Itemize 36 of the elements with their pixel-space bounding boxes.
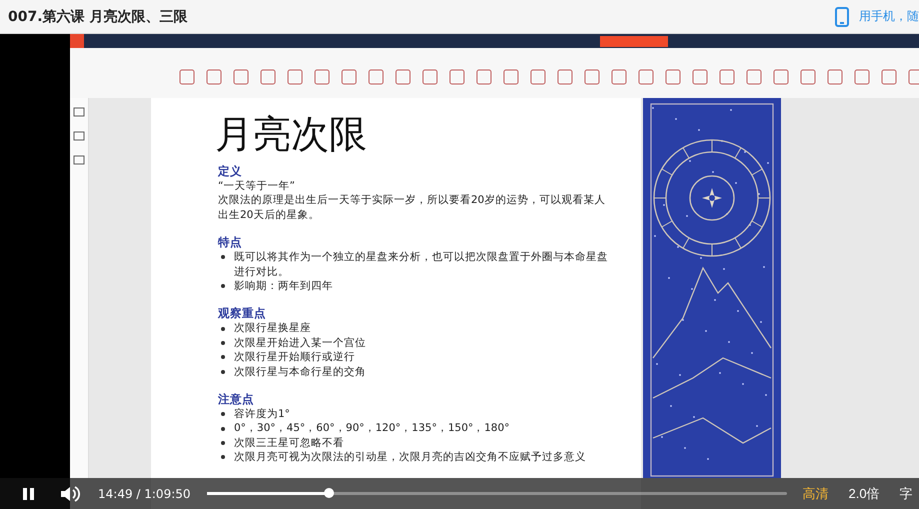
bullet-text: 影响期：两年到四年 [234,279,333,294]
bullet-icon [221,455,225,460]
bullet-icon [221,326,225,331]
bullet-icon [221,255,225,260]
slide-paragraph: 次限法的原理是出生后一天等于实际一岁，所以要看20岁的运势，可以观看某人出生20天后的星象。 [218,193,606,222]
pause-button[interactable] [22,486,36,500]
bullet-icon [221,412,225,416]
speed-button[interactable]: 2.0倍 [848,484,880,502]
slide-paragraph: “一天等于一年” [218,179,296,194]
bullet-text: 既可以将其作为一个独立的星盘来分析，也可以把次限盘置于外圈与本命星盘进行对比。 [234,250,609,280]
bullet-icon [221,370,225,374]
bullet-text: 次限月亮可视为次限法的引动星，次限月亮的吉凶交角不应赋予过多意义 [234,450,586,465]
playback-time: 14:49 / 1:09:50 [98,486,191,500]
progress-thumb[interactable] [324,488,334,498]
bullet-icon [221,441,225,445]
bullet-text: 容许度为1° [234,407,290,422]
subtitles-button[interactable]: 字 [900,484,913,502]
bullet-text: 次限三王星可忽略不看 [234,436,344,450]
bullet-text: 次限行星换星座 [234,321,311,336]
bullet-icon [221,355,225,360]
bullet-text: 次限行星开始顺行或逆行 [234,350,355,365]
quality-button[interactable]: 高清 [802,484,829,502]
bullet-text: 0°，30°，45°，60°，90°，120°，135°，150°，180° [234,421,510,436]
section-heading: 观察重点 [218,306,267,322]
section-heading: 特点 [218,235,243,250]
phone-icon [835,6,849,26]
bullet-icon [221,340,225,345]
slide-title: 月亮次限 [215,112,368,156]
video-title: 007.第六课 月亮次限、三限 [8,8,188,26]
bullet-icon [221,284,225,288]
volume-button[interactable] [60,484,80,502]
bullet-text: 次限行星与本命行星的交角 [234,364,366,380]
section-heading: 注意点 [218,392,255,408]
section-heading: 定义 [218,164,243,179]
bullet-text: 次限星开始进入某一个宫位 [234,336,366,350]
bullet-icon [221,426,225,431]
